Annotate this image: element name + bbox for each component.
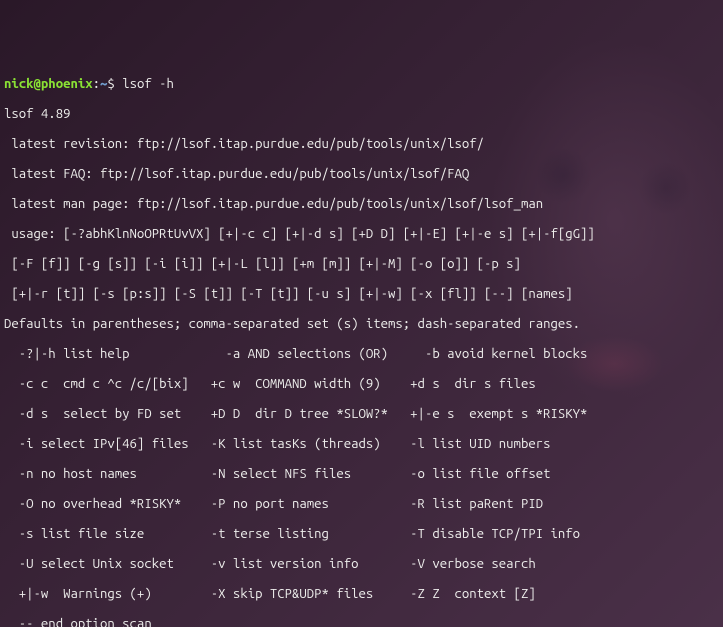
output-line: -- end option scan — [4, 617, 719, 627]
output-line: usage: [-?abhKlnNoOPRtUvVX] [+|-c c] [+|… — [4, 227, 719, 242]
output-line: -d s select by FD set +D D dir D tree *S… — [4, 407, 719, 422]
output-line: [+|-r [t]] [-s [p:s]] [-S [t]] [-T [t]] … — [4, 287, 719, 302]
output-line: latest revision: ftp://lsof.itap.purdue.… — [4, 137, 719, 152]
output-line: Defaults in parentheses; comma-separated… — [4, 317, 719, 332]
output-line: -O no overhead *RISKY* -P no port names … — [4, 497, 719, 512]
output-line: [-F [f]] [-g [s]] [-i [i]] [+|-L [l]] [+… — [4, 257, 719, 272]
terminal-output: nick@phoenix:~$ lsof -h lsof 4.89 latest… — [4, 62, 719, 627]
prompt-sep: : — [93, 77, 100, 91]
prompt-user-host: nick@phoenix — [4, 77, 93, 91]
prompt-line[interactable]: nick@phoenix:~$ lsof -h — [4, 77, 719, 92]
output-line: -?|-h list help -a AND selections (OR) -… — [4, 347, 719, 362]
output-line: -c c cmd c ^c /c/[bix] +c w COMMAND widt… — [4, 377, 719, 392]
output-line: -U select Unix socket -v list version in… — [4, 557, 719, 572]
output-line: latest FAQ: ftp://lsof.itap.purdue.edu/p… — [4, 167, 719, 182]
prompt-dollar: $ — [107, 77, 122, 91]
output-line: latest man page: ftp://lsof.itap.purdue.… — [4, 197, 719, 212]
output-line: -i select IPv[46] files -K list tasKs (t… — [4, 437, 719, 452]
command-text: lsof -h — [122, 77, 174, 91]
output-line: +|-w Warnings (+) -X skip TCP&UDP* files… — [4, 587, 719, 602]
output-line: lsof 4.89 — [4, 107, 719, 122]
output-line: -s list file size -t terse listing -T di… — [4, 527, 719, 542]
output-line: -n no host names -N select NFS files -o … — [4, 467, 719, 482]
